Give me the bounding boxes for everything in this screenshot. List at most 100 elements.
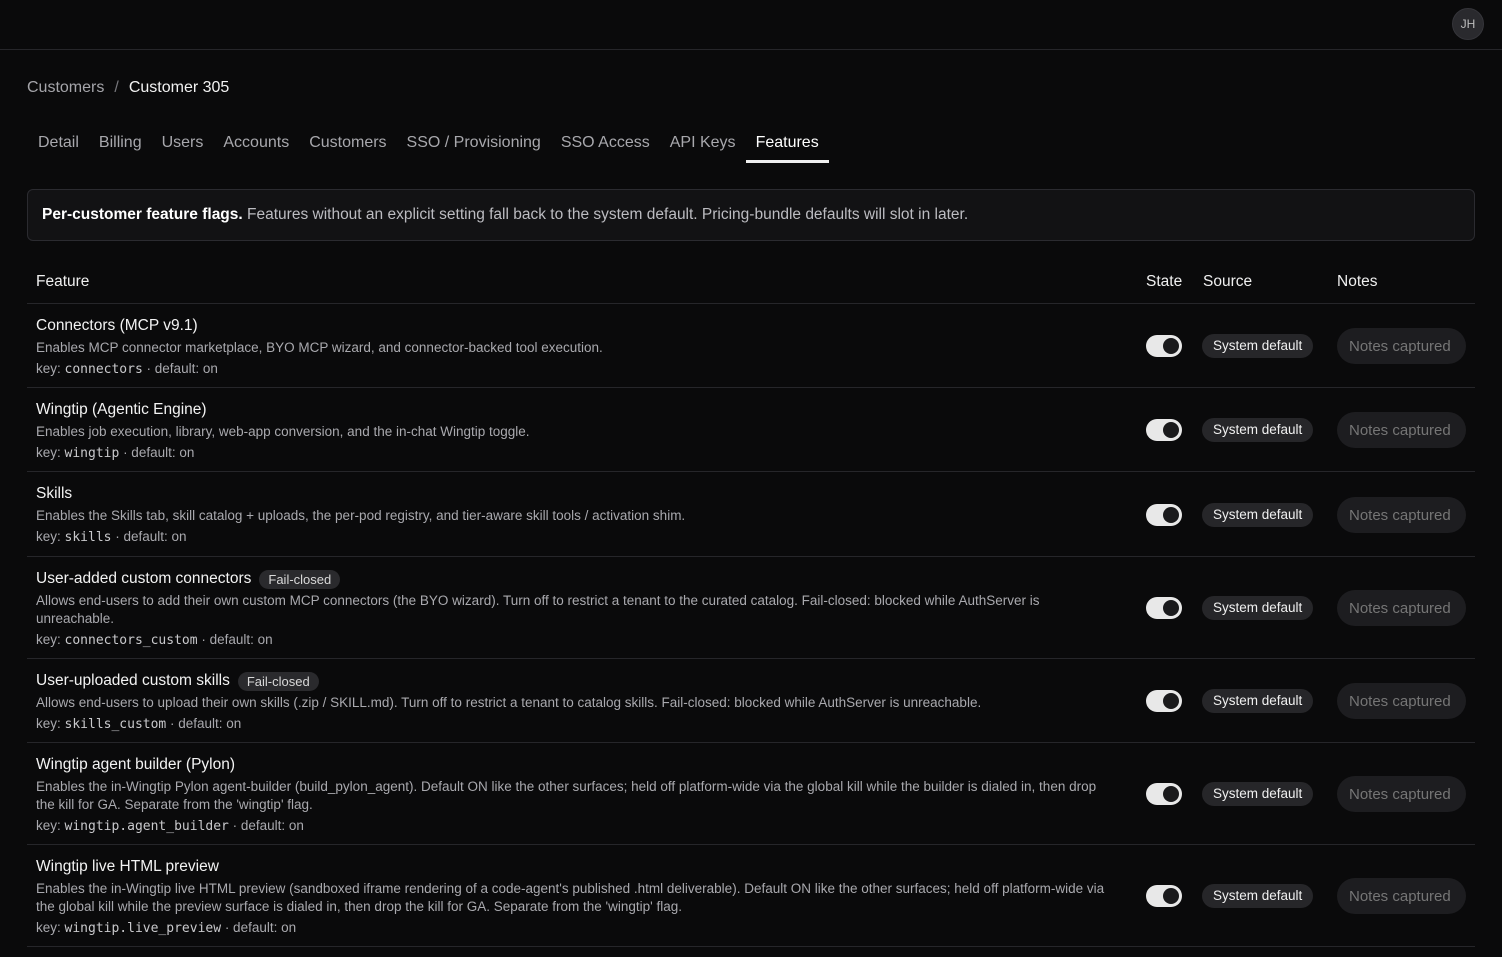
notes-input[interactable] bbox=[1337, 412, 1466, 448]
feature-default: · default: on bbox=[111, 529, 187, 544]
feature-key-line: key: skills · default: on bbox=[36, 529, 187, 545]
tab-detail[interactable]: Detail bbox=[28, 126, 89, 163]
toggle-knob bbox=[1163, 422, 1179, 438]
top-bar: JH bbox=[0, 0, 1502, 50]
breadcrumb: Customers / Customer 305 bbox=[27, 79, 229, 97]
features-table: Feature State Source Notes Connectors (M… bbox=[27, 260, 1475, 947]
notes-input[interactable] bbox=[1337, 776, 1466, 812]
state-toggle[interactable] bbox=[1146, 597, 1182, 619]
feature-cell: Skills Enables the Skills tab, skill cata… bbox=[27, 472, 1127, 545]
feature-name-line: Skills bbox=[36, 484, 1118, 504]
feature-cell: Wingtip (Agentic Engine) Enables job exec… bbox=[27, 388, 1127, 461]
feature-description: Enables the in-Wingtip Pylon agent-build… bbox=[36, 779, 1097, 812]
breadcrumb-separator: / bbox=[114, 79, 119, 96]
header-feature: Feature bbox=[36, 273, 90, 290]
table-row: Wingtip (Agentic Engine) Enables job exec… bbox=[27, 388, 1475, 472]
notes-input[interactable] bbox=[1337, 497, 1466, 533]
toggle-knob bbox=[1163, 507, 1179, 523]
tab-customers[interactable]: Customers bbox=[299, 126, 396, 163]
feature-key-line: key: connectors · default: on bbox=[36, 361, 218, 377]
notes-input[interactable] bbox=[1337, 683, 1466, 719]
feature-key-line: key: wingtip · default: on bbox=[36, 445, 195, 461]
feature-key: wingtip bbox=[64, 446, 120, 461]
state-toggle[interactable] bbox=[1146, 783, 1182, 805]
info-banner: Per-customer feature flags. Features wit… bbox=[27, 189, 1475, 241]
table-header: Feature State Source Notes bbox=[27, 260, 1475, 304]
feature-description: Enables the Skills tab, skill catalog + … bbox=[36, 508, 686, 523]
table-row: User-added custom connectors Fail-closed A… bbox=[27, 557, 1475, 659]
notes-input[interactable] bbox=[1337, 328, 1466, 364]
source-badge: System default bbox=[1202, 689, 1314, 713]
feature-cell: Connectors (MCP v9.1) Enables MCP connect… bbox=[27, 304, 1127, 377]
state-toggle[interactable] bbox=[1146, 419, 1182, 441]
source-badge: System default bbox=[1202, 503, 1314, 527]
feature-key-line: key: wingtip.live_preview · default: on bbox=[36, 920, 297, 936]
feature-default: · default: on bbox=[142, 361, 218, 376]
tab-bar: Detail Billing Users Accounts Customers … bbox=[28, 126, 829, 164]
feature-key-line: key: connectors_custom · default: on bbox=[36, 632, 273, 648]
feature-default: · default: on bbox=[197, 632, 273, 647]
feature-name: Wingtip agent builder (Pylon) bbox=[36, 756, 236, 773]
feature-name-line: Wingtip (Agentic Engine) bbox=[36, 400, 1118, 420]
table-row: Wingtip live HTML preview Enables the in-… bbox=[27, 845, 1475, 947]
table-row: Wingtip agent builder (Pylon) Enables the… bbox=[27, 743, 1475, 845]
feature-name-line: Wingtip agent builder (Pylon) bbox=[36, 755, 1118, 775]
header-notes: Notes bbox=[1337, 273, 1378, 290]
state-toggle[interactable] bbox=[1146, 690, 1182, 712]
state-toggle[interactable] bbox=[1146, 885, 1182, 907]
table-row: User-uploaded custom skills Fail-closed Al… bbox=[27, 659, 1475, 743]
notes-input[interactable] bbox=[1337, 878, 1466, 914]
breadcrumb-current: Customer 305 bbox=[128, 79, 230, 96]
tab-users[interactable]: Users bbox=[152, 126, 214, 163]
fail-closed-badge: Fail-closed bbox=[237, 671, 319, 691]
banner-title: Per-customer feature flags. bbox=[42, 206, 243, 223]
feature-name-line: User-added custom connectors Fail-closed bbox=[36, 569, 1118, 589]
toggle-knob bbox=[1163, 600, 1179, 616]
table-row: Connectors (MCP v9.1) Enables MCP connect… bbox=[27, 304, 1475, 388]
feature-default: · default: on bbox=[119, 445, 195, 460]
feature-cell: User-added custom connectors Fail-closed A… bbox=[27, 557, 1127, 648]
feature-name: User-uploaded custom skills bbox=[36, 672, 230, 689]
tab-accounts[interactable]: Accounts bbox=[213, 126, 299, 163]
feature-description: Allows end-users to upload their own ski… bbox=[36, 695, 982, 710]
source-badge: System default bbox=[1202, 596, 1314, 620]
feature-description: Enables MCP connector marketplace, BYO M… bbox=[36, 340, 603, 355]
feature-name-line: User-uploaded custom skills Fail-closed bbox=[36, 671, 1118, 691]
avatar[interactable]: JH bbox=[1452, 8, 1484, 40]
feature-description: Enables job execution, library, web-app … bbox=[36, 424, 530, 439]
notes-input[interactable] bbox=[1337, 590, 1466, 626]
tab-sso-access[interactable]: SSO Access bbox=[551, 126, 660, 163]
source-badge: System default bbox=[1202, 334, 1314, 358]
breadcrumb-customers-link[interactable]: Customers bbox=[27, 79, 104, 97]
feature-key: connectors bbox=[64, 362, 143, 377]
state-toggle[interactable] bbox=[1146, 504, 1182, 526]
feature-description: Enables the in-Wingtip live HTML preview… bbox=[36, 881, 1105, 914]
source-badge: System default bbox=[1202, 884, 1314, 908]
header-state: State bbox=[1146, 273, 1183, 290]
feature-key: wingtip.agent_builder bbox=[64, 819, 229, 834]
feature-key-line: key: skills_custom · default: on bbox=[36, 716, 242, 732]
tab-billing[interactable]: Billing bbox=[89, 126, 152, 163]
feature-name: User-added custom connectors bbox=[36, 570, 252, 587]
feature-cell: Wingtip agent builder (Pylon) Enables the… bbox=[27, 743, 1127, 834]
header-source: Source bbox=[1203, 273, 1253, 290]
toggle-knob bbox=[1163, 338, 1179, 354]
table-row: Skills Enables the Skills tab, skill cata… bbox=[27, 472, 1475, 557]
feature-key: connectors_custom bbox=[64, 633, 198, 648]
tab-features[interactable]: Features bbox=[745, 126, 829, 163]
toggle-knob bbox=[1163, 693, 1179, 709]
state-toggle[interactable] bbox=[1146, 335, 1182, 357]
toggle-knob bbox=[1163, 786, 1179, 802]
feature-description: Allows end-users to add their own custom… bbox=[36, 593, 1040, 626]
feature-name: Skills bbox=[36, 485, 73, 502]
feature-name-line: Wingtip live HTML preview bbox=[36, 857, 1118, 877]
tab-api-keys[interactable]: API Keys bbox=[660, 126, 746, 163]
tab-sso-provisioning[interactable]: SSO / Provisioning bbox=[397, 126, 551, 163]
feature-key: wingtip.live_preview bbox=[64, 921, 222, 936]
feature-cell: Wingtip live HTML preview Enables the in-… bbox=[27, 845, 1127, 936]
feature-name: Wingtip live HTML preview bbox=[36, 858, 219, 875]
feature-name: Wingtip (Agentic Engine) bbox=[36, 401, 207, 418]
feature-name-line: Connectors (MCP v9.1) bbox=[36, 316, 1118, 336]
feature-key-line: key: wingtip.agent_builder · default: on bbox=[36, 818, 304, 834]
feature-name: Connectors (MCP v9.1) bbox=[36, 317, 198, 334]
